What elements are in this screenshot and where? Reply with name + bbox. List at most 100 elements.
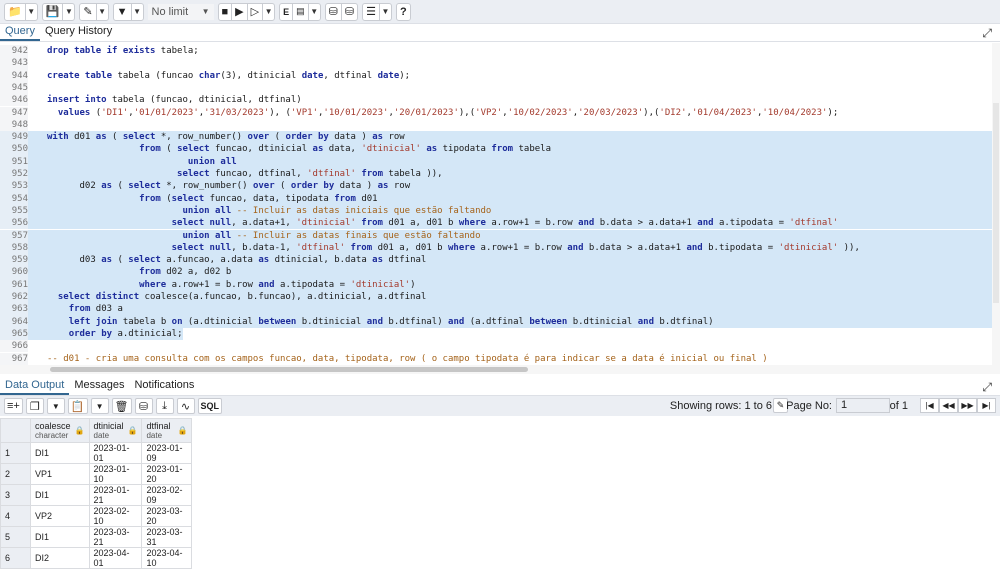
code-line[interactable]: 963 from d03 a (0, 303, 992, 316)
chevron-down-icon[interactable]: ▼ (130, 3, 143, 20)
filter-icon[interactable]: ▼ (114, 4, 131, 20)
code-line[interactable]: 962 select distinct coalesce(a.funcao, b… (0, 291, 992, 304)
paste-icon[interactable]: 📋 (67, 398, 88, 414)
code-text[interactable]: order by a.dtinicial; (28, 327, 183, 341)
code-text[interactable]: -- d01 - cria uma consulta com os campos… (28, 353, 768, 365)
code-line[interactable]: 948 (0, 118, 992, 132)
editor-horizontal-scrollbar[interactable] (0, 365, 1000, 374)
code-line[interactable]: 953 d02 as ( select *, row_number() over… (0, 180, 992, 193)
tab-query[interactable]: Query (0, 24, 40, 41)
page-no-input[interactable]: 1 (836, 398, 890, 413)
code-line[interactable]: 952 select funcao, dtfinal, 'dtfinal' fr… (0, 168, 992, 181)
cell-dtinicial[interactable]: 2023-01-10 (88, 463, 143, 485)
code-line[interactable]: 957 union all -- Incluir as datas finais… (0, 229, 992, 242)
code-text[interactable]: create table tabela (funcao char(3), dti… (28, 70, 410, 82)
code-line[interactable]: 944 create table tabela (funcao char(3), … (0, 69, 992, 82)
chevron-down-icon[interactable]: ▼ (95, 3, 108, 20)
chart-icon[interactable]: ▤ (292, 3, 308, 20)
cell-dtinicial[interactable]: 2023-01-21 (88, 484, 143, 506)
code-text[interactable] (28, 340, 47, 352)
code-line[interactable]: 959 d03 as ( select a.funcao, a.data as … (0, 254, 992, 267)
code-line[interactable]: 949 with d01 as ( select *, row_number() … (0, 131, 992, 144)
chevron-down-icon[interactable]: ▼ (62, 3, 74, 20)
expand-icon[interactable]: ⤢ (982, 26, 992, 41)
save-data-icon[interactable]: ⛁ (134, 398, 153, 414)
add-row-icon[interactable]: ≡+ (4, 398, 23, 414)
code-text[interactable]: d02 as ( select *, row_number() over ( o… (28, 180, 411, 192)
row-number[interactable]: 2 (0, 463, 31, 485)
code-text[interactable]: union all -- Incluir as datas iniciais q… (28, 205, 491, 217)
cell-dtfinal[interactable]: 2023-02-09 (141, 484, 193, 506)
table-row[interactable]: 2 VP1 2023-01-10 2023-01-20 (0, 463, 193, 485)
expand-icon[interactable]: ⤢ (982, 380, 992, 395)
explain-icon[interactable]: E (280, 4, 292, 20)
copy-icon[interactable]: ❐ (25, 398, 44, 414)
chevron-down-icon[interactable]: ▼ (378, 3, 391, 20)
code-text[interactable]: where a.row+1 = b.row and a.tipodata = '… (28, 279, 415, 291)
row-number[interactable]: 4 (0, 505, 31, 527)
cell-dtfinal[interactable]: 2023-01-09 (141, 442, 193, 464)
table-row[interactable]: 1 DI1 2023-01-01 2023-01-09 (0, 442, 193, 464)
sql-editor[interactable]: 942 drop table if exists tabela; 943 944 cre… (0, 43, 1000, 365)
cell-coalesce[interactable]: DI1 (30, 526, 90, 548)
sql-button[interactable]: SQL (197, 398, 223, 414)
macros-icon[interactable]: ☰ (363, 4, 379, 20)
pencil-icon[interactable]: ✎ (80, 4, 95, 20)
code-line[interactable]: 964 left join tabela b on (a.dtinicial b… (0, 315, 992, 328)
table-row[interactable]: 6 DI2 2023-04-01 2023-04-10 (0, 547, 193, 569)
code-text[interactable]: union all -- Incluir as datas finais que… (28, 230, 480, 242)
code-text[interactable]: union all (28, 156, 237, 168)
editor-vertical-scrollbar[interactable] (992, 43, 1000, 365)
column-header-dtfinal[interactable]: dtfinal date 🔒 (141, 418, 193, 443)
chevron-down-icon[interactable]: ▼ (24, 3, 37, 20)
tab-data-output[interactable]: Data Output (0, 378, 70, 395)
scrollbar-thumb[interactable] (50, 367, 528, 372)
cell-dtfinal[interactable]: 2023-03-31 (141, 526, 193, 548)
table-row[interactable]: 3 DI1 2023-01-21 2023-02-09 (0, 484, 193, 506)
code-line[interactable]: 965 order by a.dtinicial; (0, 327, 992, 341)
code-line[interactable]: 942 drop table if exists tabela; (0, 45, 992, 58)
chevron-down-icon[interactable]: ▼ (46, 398, 65, 414)
code-text[interactable]: select distinct coalesce(a.funcao, b.fun… (28, 291, 426, 303)
cell-dtinicial[interactable]: 2023-03-21 (88, 526, 143, 548)
code-line[interactable]: 951 union all (0, 155, 992, 168)
scrollbar-thumb[interactable] (993, 103, 999, 303)
chevron-down-icon[interactable]: ▼ (307, 3, 320, 20)
commit-icon[interactable]: ⛁ (326, 4, 341, 20)
code-line[interactable]: 954 from (select funcao, data, tipodata … (0, 192, 992, 205)
code-line[interactable]: 947 values ('DI1','01/01/2023','31/03/20… (0, 106, 992, 119)
cell-coalesce[interactable]: DI1 (30, 442, 90, 464)
code-text[interactable]: left join tabela b on (a.dtinicial betwe… (28, 316, 714, 328)
cell-coalesce[interactable]: DI1 (30, 484, 90, 506)
code-text[interactable] (28, 82, 47, 94)
column-header-dtinicial[interactable]: dtinicial date 🔒 (88, 418, 143, 443)
code-line[interactable]: 966 (0, 340, 992, 353)
row-number[interactable]: 6 (0, 547, 31, 569)
cell-dtinicial[interactable]: 2023-02-10 (88, 505, 143, 527)
cell-coalesce[interactable]: VP2 (30, 505, 90, 527)
code-text[interactable]: from ( select funcao, dtinicial as data,… (28, 143, 551, 155)
code-text[interactable] (28, 119, 47, 131)
code-line[interactable]: 943 (0, 57, 992, 70)
cell-dtinicial[interactable]: 2023-04-01 (88, 547, 143, 569)
row-number[interactable]: 5 (0, 526, 31, 548)
code-text[interactable]: values ('DI1','01/01/2023','31/03/2023')… (28, 107, 838, 119)
tab-messages[interactable]: Messages (69, 378, 129, 395)
code-line[interactable]: 958 select null, b.data-1, 'dtfinal' fro… (0, 241, 992, 255)
tab-query-history[interactable]: Query History (40, 24, 117, 41)
row-number[interactable]: 3 (0, 484, 31, 506)
code-text[interactable]: select null, a.data+1, 'dtinicial' from … (28, 217, 839, 229)
code-line[interactable]: 960 from d02 a, d02 b (0, 266, 992, 279)
rollback-icon[interactable]: ⛁ (340, 3, 357, 20)
code-line[interactable]: 956 select null, a.data+1, 'dtinicial' f… (0, 217, 992, 230)
folder-icon[interactable]: 📁 (5, 4, 25, 20)
help-icon[interactable]: ? (397, 4, 410, 20)
code-line[interactable]: 967 -- d01 - cria uma consulta com os cam… (0, 352, 992, 365)
code-text[interactable] (28, 57, 47, 69)
save-icon[interactable]: 💾 (43, 4, 63, 20)
row-limit-select[interactable]: No limit ▼ (147, 3, 214, 20)
code-line[interactable]: 955 union all -- Incluir as datas inicia… (0, 204, 992, 218)
code-line[interactable]: 950 from ( select funcao, dtinicial as d… (0, 143, 992, 156)
table-row[interactable]: 5 DI1 2023-03-21 2023-03-31 (0, 526, 193, 548)
first-page-icon[interactable]: |◀ (920, 398, 939, 413)
